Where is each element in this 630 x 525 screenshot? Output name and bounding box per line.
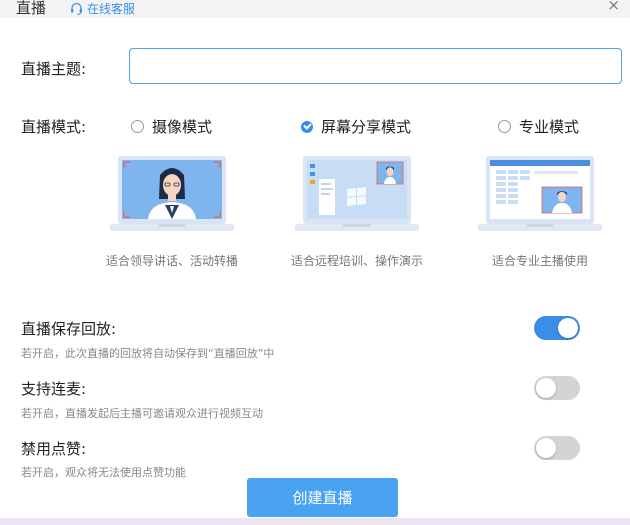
professional-mode-illustration[interactable] — [478, 153, 602, 235]
radio-icon — [131, 120, 144, 133]
mode-caption-professional: 适合专业主播使用 — [491, 254, 588, 268]
toggle-knob — [536, 438, 556, 458]
create-live-button[interactable]: 创建直播 — [247, 478, 398, 517]
live-dialog: 直播 在线客服 × 直播主题: 直播模式: 摄像模式 屏幕分享模式 专业模式 适… — [0, 0, 630, 518]
mode-caption-screen-share: 适合远程培训、操作演示 — [290, 254, 423, 268]
radio-icon — [498, 120, 511, 133]
topic-input[interactable] — [129, 48, 622, 84]
mode-caption-camera: 适合领导讲话、活动转播 — [105, 254, 238, 268]
mode-label: 直播模式: — [21, 118, 87, 136]
setting-title-disable-likes: 禁用点赞: — [21, 440, 87, 458]
setting-desc-co-host: 若开启，直播发起后主播可邀请观众进行视频互动 — [21, 407, 263, 420]
radio-checked-icon — [301, 120, 313, 133]
topic-label: 直播主题: — [21, 60, 87, 78]
setting-title-co-host: 支持连麦: — [21, 380, 87, 398]
save-replay-toggle[interactable] — [534, 316, 580, 340]
mode-option-label: 摄像模式 — [152, 118, 213, 136]
setting-desc-save-replay: 若开启，此次直播的回放将自动保存到“直播回放”中 — [21, 347, 275, 360]
dialog-header: 直播 在线客服 × — [0, 0, 630, 18]
screen-share-illustration[interactable] — [295, 153, 419, 235]
setting-desc-disable-likes: 若开启，观众将无法使用点赞功能 — [21, 466, 186, 479]
toggle-knob — [558, 318, 578, 338]
mode-option-camera[interactable]: 摄像模式 — [131, 116, 212, 137]
mode-option-label: 专业模式 — [519, 118, 580, 136]
co-host-toggle[interactable] — [534, 376, 580, 400]
support-label: 在线客服 — [87, 2, 136, 16]
close-button[interactable]: × — [607, 0, 620, 14]
headset-icon — [71, 2, 82, 15]
dialog-title: 直播 — [16, 0, 47, 17]
mode-option-professional[interactable]: 专业模式 — [498, 116, 579, 137]
disable-likes-toggle[interactable] — [534, 436, 580, 460]
camera-mode-illustration[interactable] — [110, 153, 234, 235]
mode-option-screen-share[interactable]: 屏幕分享模式 — [301, 116, 411, 137]
setting-title-save-replay: 直播保存回放: — [21, 320, 117, 338]
online-support-link[interactable]: 在线客服 — [70, 0, 135, 17]
mode-option-label: 屏幕分享模式 — [321, 118, 412, 136]
toggle-knob — [536, 378, 556, 398]
